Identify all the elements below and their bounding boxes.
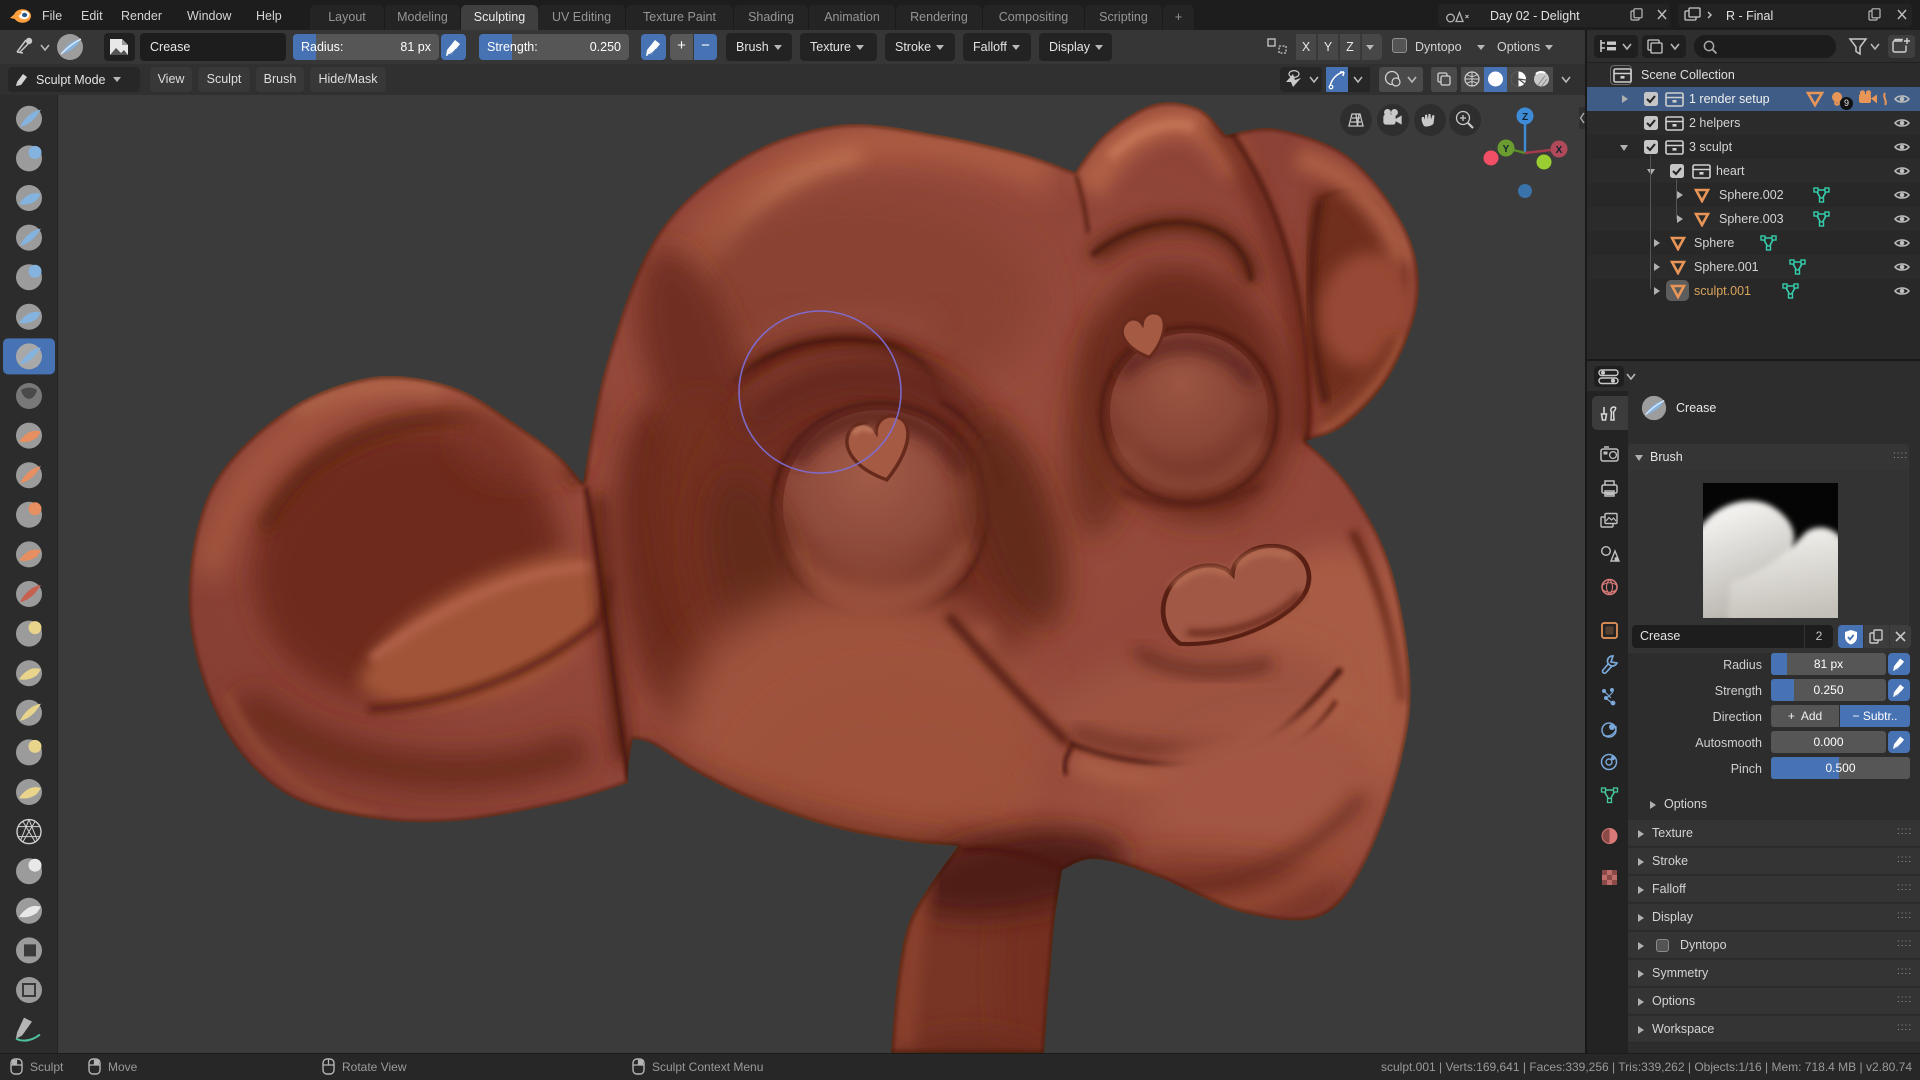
svg-text:X: X <box>1556 145 1563 156</box>
svg-text:Y: Y <box>1503 144 1510 155</box>
svg-text:Z: Z <box>1522 112 1528 123</box>
